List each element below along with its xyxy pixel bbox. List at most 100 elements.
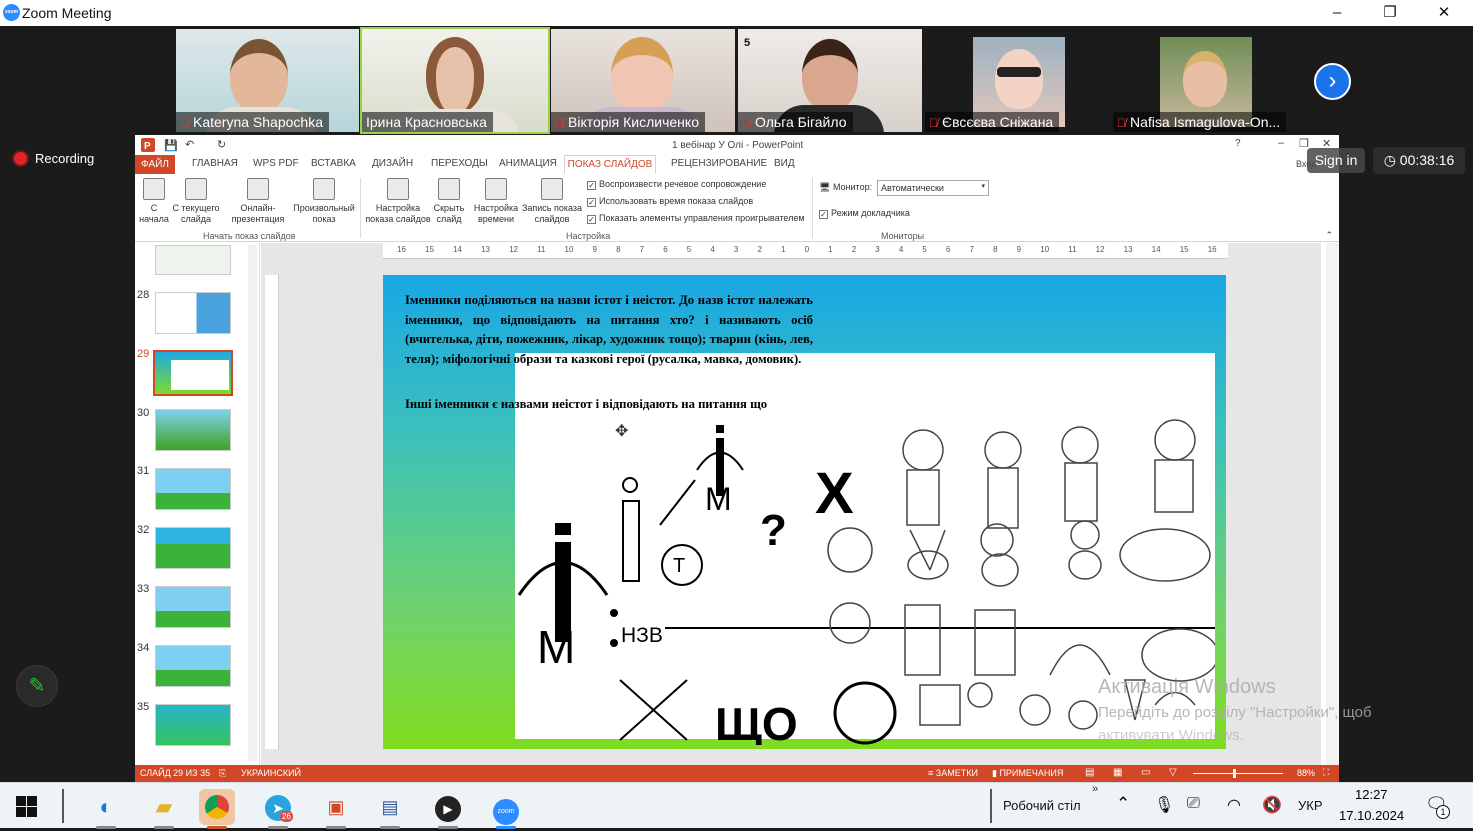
ruler-tick-label: 3 [733, 245, 739, 254]
language-indicator[interactable]: УКРАИНСКИЙ [241, 768, 301, 778]
slide-thumbnail[interactable] [155, 586, 231, 628]
help-icon[interactable]: ? [1235, 138, 1241, 149]
big-letter-i-figure: М [517, 523, 609, 673]
normal-view-icon[interactable]: ▤ [1085, 767, 1094, 778]
tab-insert[interactable]: ВСТАВКА [311, 158, 356, 169]
ppt-minimize-icon[interactable]: – [1278, 137, 1284, 149]
word-app-icon[interactable]: ▤ [372, 789, 408, 825]
slide-scrollbar[interactable] [1326, 243, 1339, 765]
participant-tile[interactable]: 🎙̸ Вікторія Кисличенко [551, 29, 735, 132]
slide-thumbnail[interactable] [155, 645, 231, 687]
save-icon[interactable]: 💾 [164, 139, 178, 152]
close-button[interactable]: ✕ [1421, 2, 1467, 24]
slide-thumbnail[interactable] [155, 527, 231, 569]
use-timings-checkbox[interactable]: ✓ Использовать время показа слайдов [587, 196, 753, 207]
meet-now-icon[interactable]: ⎚ [1187, 795, 1200, 813]
ppt-titlebar: P 💾 ↶ ↻ 1 вебінар У Олі - PowerPoint ? –… [135, 135, 1339, 155]
ruler-tick-label: 9 [592, 245, 597, 254]
next-participants-button[interactable]: › [1314, 63, 1351, 100]
slide-thumbnails-pane: 28 29 30 31 32 33 34 35 [135, 243, 260, 765]
tray-overflow-icon[interactable]: ⌃ [1116, 794, 1130, 814]
fit-slide-icon[interactable]: ⛶ [1323, 767, 1329, 778]
presenter-view-checkbox[interactable]: ✓ Режим докладчика [819, 208, 910, 219]
rehearse-timings-button[interactable]: Настройка времени [472, 176, 520, 225]
slide-paragraph-1[interactable]: Іменники поділяються на назви істот і не… [405, 291, 813, 369]
participant-tile[interactable]: 🎙̸ Kateryna Shapochka [176, 29, 359, 132]
tab-view[interactable]: ВИД [774, 158, 795, 169]
online-presentation-button[interactable]: Онлайн-презентация [227, 176, 289, 225]
tab-wps-pdf[interactable]: WPS PDF [253, 158, 299, 169]
slide-thumbnail[interactable] [155, 245, 231, 275]
input-language[interactable]: УКР [1298, 798, 1323, 813]
slide-thumbnail[interactable] [155, 468, 231, 510]
record-slideshow-button[interactable]: Запись показа слайдов [520, 176, 584, 225]
slide-thumbnail-selected[interactable] [153, 350, 233, 396]
participant-tile-active-speaker[interactable]: Ірина Красновська [360, 27, 550, 134]
powerpoint-app-icon[interactable]: ▣ [318, 789, 354, 825]
thumbnail-scrollbar[interactable] [248, 245, 257, 761]
zoom-percent[interactable]: 88% [1297, 768, 1315, 778]
microphone-icon[interactable]: 🎙 [1154, 795, 1174, 815]
spellcheck-icon[interactable]: ⎘ [219, 768, 226, 779]
custom-show-button[interactable]: Произвольный показ [291, 176, 357, 225]
tab-home[interactable]: ГЛАВНАЯ [192, 158, 238, 169]
slideshow-view-icon[interactable]: ▽ [1169, 767, 1177, 778]
zoom-slider[interactable] [1193, 769, 1283, 778]
toolbar-expand-icon[interactable]: » [1092, 783, 1098, 795]
zoom-logo-icon: zoom [3, 4, 20, 21]
desktop-toolbar-label[interactable]: Робочий стіл [1003, 798, 1081, 813]
ruler-tick-label: 2 [757, 245, 762, 254]
restore-button[interactable]: ❐ [1367, 2, 1413, 24]
hide-slide-button[interactable]: Скрыть слайд [432, 176, 466, 225]
setup-slideshow-button[interactable]: Настройка показа слайдов [364, 176, 432, 225]
sign-in-button[interactable]: Sign in [1307, 148, 1365, 173]
zoom-app-icon[interactable]: zoom [488, 789, 524, 825]
reading-view-icon[interactable]: ▭ [1141, 767, 1150, 778]
shcho-label: ЩО [715, 698, 798, 745]
slide-thumbnail[interactable] [155, 704, 231, 746]
play-narrations-checkbox[interactable]: ✓ Воспроизвести речевое сопровождение [587, 179, 766, 190]
collapse-ribbon-icon[interactable]: ⌃ [1325, 230, 1333, 241]
recording-indicator[interactable]: Recording [14, 151, 94, 166]
redo-icon[interactable]: ↻ [217, 138, 226, 151]
telegram-badge: 26 [280, 811, 293, 822]
show-media-controls-checkbox[interactable]: ✓ Показать элементы управления проигрыват… [587, 213, 805, 224]
chrome-app-icon[interactable] [199, 789, 235, 825]
media-player-app-icon[interactable]: ▶ [430, 789, 466, 825]
start-from-current-button[interactable]: С текущего слайда [171, 176, 221, 225]
slide-sorter-icon[interactable]: ▦ [1113, 767, 1122, 778]
participant-tile[interactable]: 🎙̸ Nafisa Ismagulova-On... [1113, 29, 1299, 132]
annotate-pen-button[interactable]: ✎ [16, 665, 58, 707]
network-icon[interactable]: ◠ [1227, 795, 1241, 815]
ppt-document-title: 1 вебінар У Олі - PowerPoint [672, 140, 804, 151]
tab-file[interactable]: ФАЙЛ [135, 155, 175, 174]
explorer-app-icon[interactable]: ▰ [146, 789, 182, 825]
tab-slideshow[interactable]: ПОКАЗ СЛАЙДОВ [564, 155, 656, 174]
participant-tile[interactable]: 🎙̸ Євсєєва Сніжана [925, 29, 1111, 132]
clock-date[interactable]: 17.10.2024 [1339, 808, 1404, 823]
slide-thumbnail[interactable] [155, 409, 231, 451]
telegram-app-icon[interactable]: ➤ 26 [260, 789, 296, 825]
tab-design[interactable]: ДИЗАЙН [372, 158, 413, 169]
volume-muted-icon[interactable]: 🔇 [1262, 795, 1282, 815]
tab-animation[interactable]: АНИМАЦИЯ [499, 158, 557, 169]
participant-tile[interactable]: 5 🎙̸ Ольга Бігайло [738, 29, 922, 132]
slide-paragraph-2[interactable]: Інші іменники є назвами неістот і відпов… [405, 397, 825, 412]
start-button[interactable] [16, 796, 37, 817]
ppt-ribbon-tabs: ФАЙЛ ГЛАВНАЯ WPS PDF ВСТАВКА ДИЗАЙН ПЕРЕ… [135, 155, 1339, 174]
comments-button[interactable]: ▮ ПРИМЕЧАНИЯ [992, 768, 1063, 779]
minimize-button[interactable]: – [1314, 2, 1360, 24]
monitor-select[interactable]: Автоматически ▾ [877, 180, 989, 196]
clock-time[interactable]: 12:27 [1355, 787, 1388, 802]
monitor-label: 🖥 Монитор: [819, 182, 873, 192]
edge-app-icon[interactable]: ◐ [88, 789, 124, 825]
undo-icon[interactable]: ↶ [185, 138, 194, 151]
group-label-start: Начать показ слайдов [203, 231, 296, 241]
notes-button[interactable]: ≡ ЗАМЕТКИ [928, 768, 978, 778]
ruler-tick-label: 15 [425, 245, 434, 254]
slide-thumbnail[interactable] [155, 292, 231, 334]
tab-transitions[interactable]: ПЕРЕХОДЫ [431, 158, 488, 169]
tab-review[interactable]: РЕЦЕНЗИРОВАНИЕ [671, 158, 767, 169]
start-from-beginning-button[interactable]: С начала [139, 176, 169, 225]
notifications-icon[interactable]: 🗨 1 [1425, 794, 1450, 819]
